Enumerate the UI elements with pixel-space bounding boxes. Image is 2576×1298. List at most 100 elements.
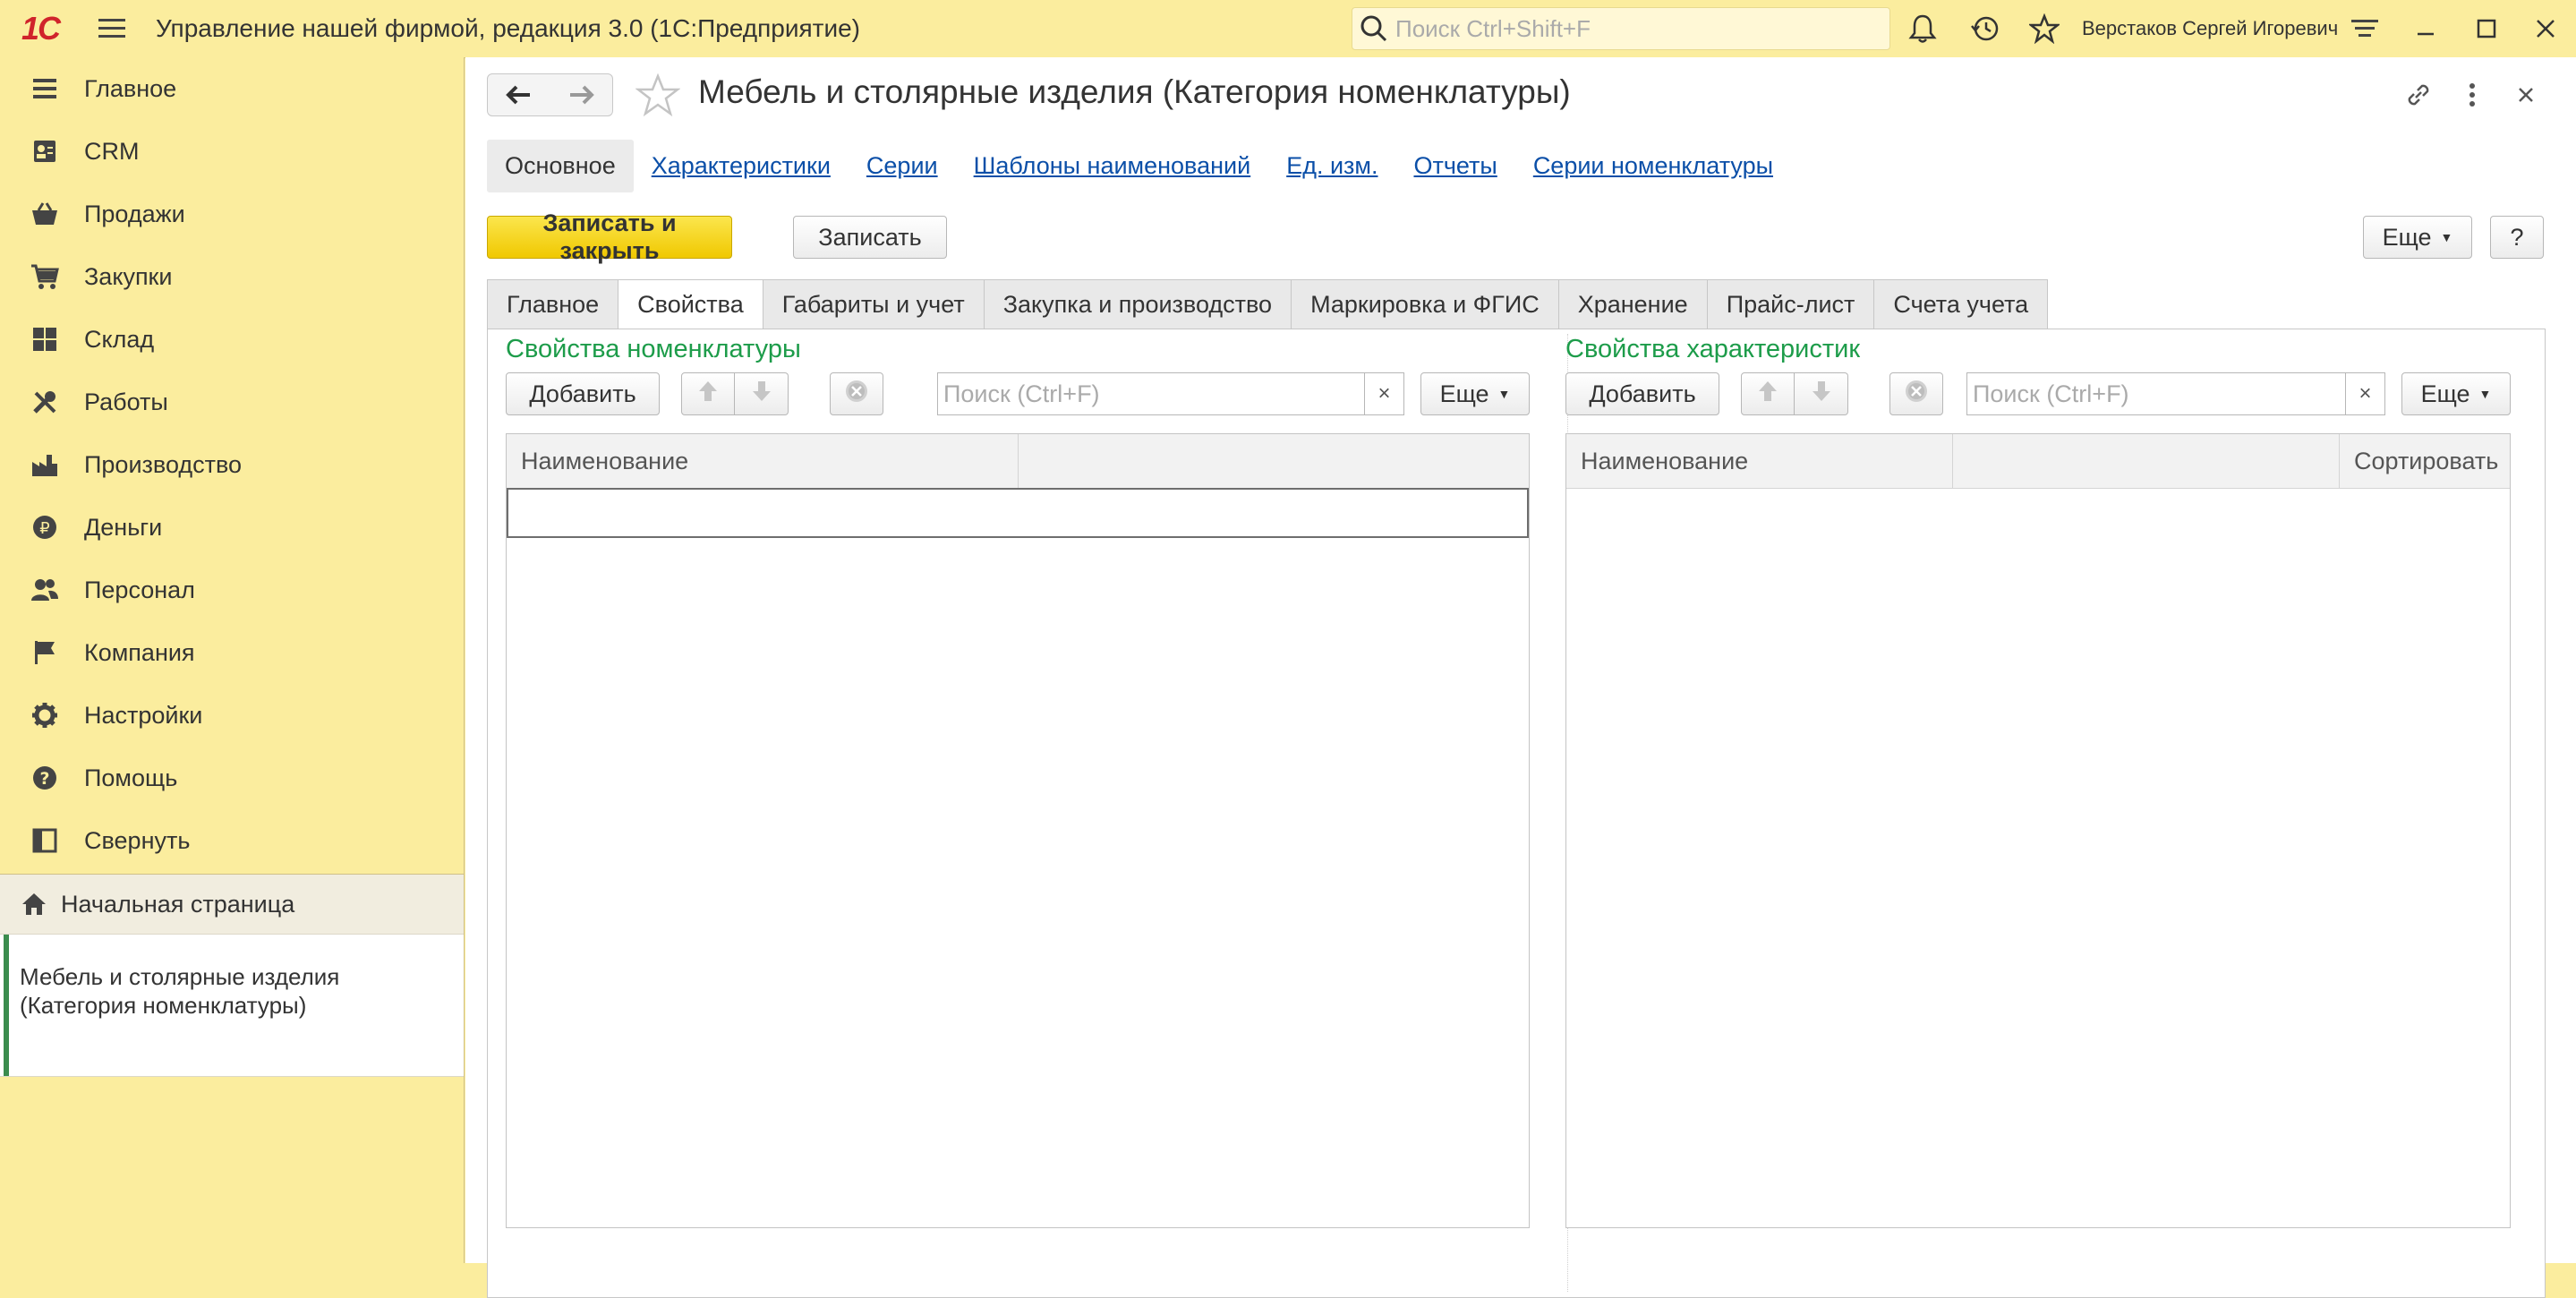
link-series[interactable]: Серии bbox=[866, 152, 938, 180]
add-item-property-button[interactable]: Добавить bbox=[506, 372, 660, 415]
open-window-title: Мебель и столярные изделия bbox=[20, 963, 340, 990]
sidebar-item-purchases[interactable]: Закупки bbox=[0, 245, 464, 308]
home-page-label: Начальная страница bbox=[61, 890, 295, 918]
tab-properties[interactable]: Свойства bbox=[618, 279, 763, 329]
right-more-button[interactable]: Еще ▼ bbox=[2401, 372, 2511, 415]
column-name-header[interactable]: Наименование bbox=[1566, 434, 1953, 488]
delete-button[interactable] bbox=[1889, 372, 1943, 415]
link-units[interactable]: Ед. изм. bbox=[1286, 152, 1378, 180]
right-search-input[interactable] bbox=[1967, 375, 2345, 413]
sidebar-item-label: CRM bbox=[84, 137, 140, 165]
table-header: Наименование Сортировать bbox=[1566, 434, 2510, 489]
link-name-templates[interactable]: Шаблоны наименований bbox=[974, 152, 1251, 180]
contacts-icon bbox=[30, 137, 59, 166]
sidebar-item-label: Склад bbox=[84, 325, 155, 353]
move-down-button[interactable] bbox=[1795, 372, 1848, 415]
home-page-link[interactable]: Начальная страница bbox=[0, 875, 464, 934]
tab-dimensions[interactable]: Габариты и учет bbox=[763, 279, 985, 329]
sidebar-item-personnel[interactable]: Персонал bbox=[0, 559, 464, 621]
favorite-star-icon[interactable] bbox=[635, 73, 681, 118]
move-up-button[interactable] bbox=[681, 372, 735, 415]
sidebar-item-settings[interactable]: Настройки bbox=[0, 684, 464, 747]
form-panel: Мебель и столярные изделия (Категория но… bbox=[465, 57, 2576, 1298]
global-search-input[interactable] bbox=[1394, 10, 1881, 47]
help-button[interactable]: ? bbox=[2490, 216, 2544, 259]
move-down-button[interactable] bbox=[735, 372, 789, 415]
maximize-icon[interactable] bbox=[2470, 13, 2503, 45]
link-reports[interactable]: Отчеты bbox=[1413, 152, 1497, 180]
left-more-button[interactable]: Еще ▼ bbox=[1420, 372, 1530, 415]
minimize-icon[interactable] bbox=[2410, 13, 2442, 45]
sidebar-item-crm[interactable]: CRM bbox=[0, 120, 464, 183]
dropdown-arrow-icon: ▼ bbox=[1497, 387, 1511, 401]
tab-accounts[interactable]: Счета учета bbox=[1874, 279, 2049, 329]
ruble-icon: ₽ bbox=[30, 513, 59, 542]
svg-text:?: ? bbox=[39, 769, 49, 789]
people-icon bbox=[30, 576, 59, 604]
tab-storage[interactable]: Хранение bbox=[1558, 279, 1708, 329]
arrow-down-icon bbox=[752, 380, 772, 409]
sidebar-item-label: Работы bbox=[84, 388, 168, 415]
table-row[interactable] bbox=[507, 488, 1529, 538]
close-form-icon[interactable] bbox=[2508, 77, 2544, 113]
sidebar-item-sales[interactable]: Продажи bbox=[0, 183, 464, 245]
settings-menu-icon[interactable] bbox=[2349, 13, 2381, 45]
list-icon bbox=[30, 74, 59, 103]
item-properties-table[interactable]: Наименование bbox=[506, 433, 1530, 1228]
delete-circle-icon bbox=[1904, 379, 1929, 410]
open-window-subtitle: (Категория номенклатуры) bbox=[20, 992, 307, 1019]
link-characteristics[interactable]: Характеристики bbox=[652, 152, 831, 180]
sidebar-item-main[interactable]: Главное bbox=[0, 57, 464, 120]
flag-icon bbox=[30, 638, 59, 667]
column-value-header[interactable] bbox=[1953, 434, 2340, 488]
link-main[interactable]: Основное bbox=[487, 139, 634, 192]
tab-marking[interactable]: Маркировка и ФГИС bbox=[1292, 279, 1559, 329]
column-name-header[interactable]: Наименование bbox=[507, 434, 1019, 488]
arrow-up-icon bbox=[698, 380, 718, 409]
main-menu-icon[interactable] bbox=[97, 0, 127, 57]
right-search-box[interactable] bbox=[1966, 372, 2346, 415]
history-icon[interactable] bbox=[1969, 13, 2001, 45]
delete-button[interactable] bbox=[830, 372, 883, 415]
open-window-item[interactable]: Мебель и столярные изделия (Категория но… bbox=[0, 934, 464, 1077]
left-search-box[interactable] bbox=[937, 372, 1365, 415]
save-button[interactable]: Записать bbox=[793, 216, 947, 259]
sidebar-item-help[interactable]: ? Помощь bbox=[0, 747, 464, 809]
back-button[interactable] bbox=[487, 73, 551, 116]
add-characteristic-property-button[interactable]: Добавить bbox=[1565, 372, 1719, 415]
tab-price-list[interactable]: Прайс-лист bbox=[1707, 279, 1875, 329]
link-icon[interactable] bbox=[2401, 77, 2436, 113]
tools-icon bbox=[30, 388, 59, 416]
sidebar-item-works[interactable]: Работы bbox=[0, 371, 464, 433]
sidebar-item-production[interactable]: Производство bbox=[0, 433, 464, 496]
sidebar-item-label: Персонал bbox=[84, 576, 195, 603]
left-panel-title: Свойства номенклатуры bbox=[506, 335, 801, 363]
close-window-icon[interactable] bbox=[2529, 13, 2562, 45]
right-more-label: Еще bbox=[2420, 380, 2470, 407]
arrow-down-icon bbox=[1812, 380, 1831, 409]
global-search-box[interactable] bbox=[1352, 7, 1890, 50]
sidebar-item-collapse[interactable]: Свернуть bbox=[0, 809, 464, 872]
tab-main[interactable]: Главное bbox=[487, 279, 619, 329]
forward-button[interactable] bbox=[550, 73, 613, 116]
right-search-clear-button[interactable]: × bbox=[2346, 372, 2385, 415]
left-search-input[interactable] bbox=[938, 375, 1364, 413]
characteristic-properties-table[interactable]: Наименование Сортировать bbox=[1565, 433, 2511, 1228]
star-icon[interactable] bbox=[2028, 13, 2060, 45]
tab-purchase-production[interactable]: Закупка и производство bbox=[984, 279, 1292, 329]
more-actions-icon[interactable] bbox=[2454, 77, 2490, 113]
bell-icon[interactable] bbox=[1906, 13, 1939, 45]
sidebar-item-warehouse[interactable]: Склад bbox=[0, 308, 464, 371]
column-sort-header[interactable]: Сортировать bbox=[2340, 434, 2510, 488]
save-and-close-button[interactable]: Записать и закрыть bbox=[487, 209, 732, 264]
sidebar-item-company[interactable]: Компания bbox=[0, 621, 464, 684]
link-product-series[interactable]: Серии номенклатуры bbox=[1533, 152, 1773, 180]
more-menu-button[interactable]: Еще ▼ bbox=[2363, 216, 2472, 259]
column-value-header[interactable] bbox=[1019, 434, 1529, 488]
user-name[interactable]: Верстаков Сергей Игоревич bbox=[2082, 0, 2338, 57]
app-title: Управление нашей фирмой, редакция 3.0 (1… bbox=[156, 14, 860, 42]
move-up-button[interactable] bbox=[1741, 372, 1795, 415]
left-search-clear-button[interactable]: × bbox=[1365, 372, 1404, 415]
gear-icon bbox=[30, 701, 59, 730]
sidebar-item-money[interactable]: ₽ Деньги bbox=[0, 496, 464, 559]
